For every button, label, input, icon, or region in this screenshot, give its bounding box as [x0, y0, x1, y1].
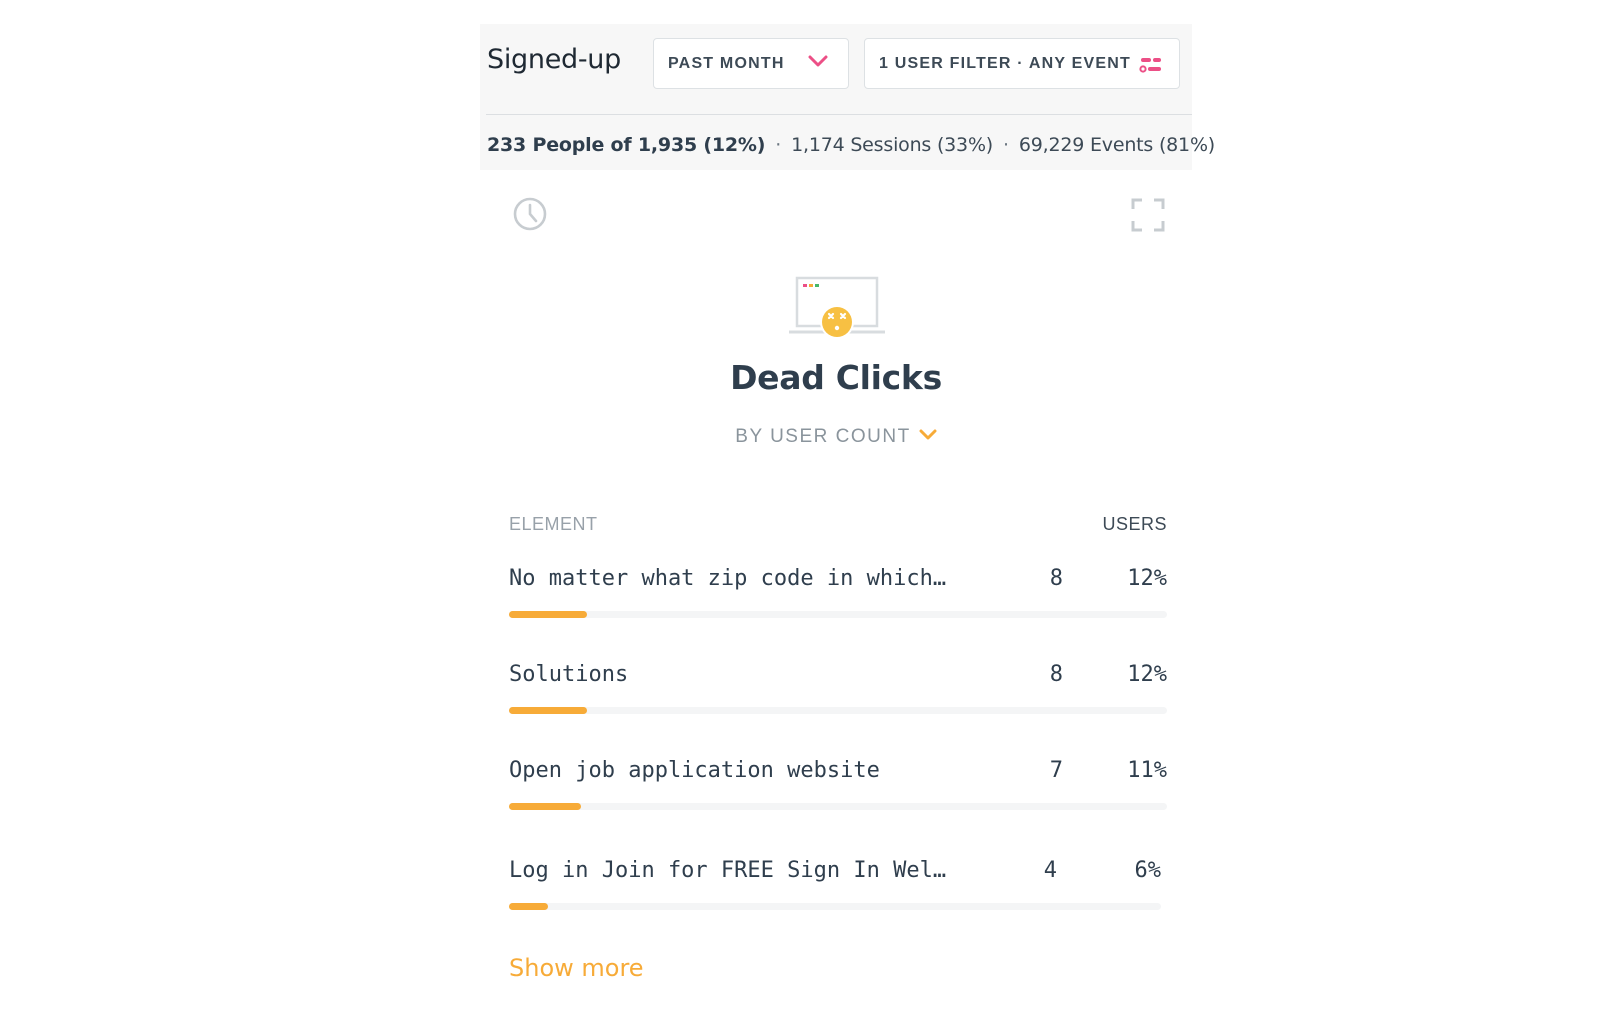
sort-by-select[interactable]: BY USER COUNT — [480, 426, 1192, 448]
dead-click-illustration — [789, 276, 885, 339]
table-row[interactable]: Log in Join for FREE Sign In Wel… 4 6% — [509, 858, 1161, 922]
header-divider — [486, 114, 1192, 115]
widget-title: Dead Clicks — [730, 358, 942, 397]
sessions-stat: 1,174 Sessions (33%) — [791, 134, 994, 156]
date-range-filter-button[interactable]: PAST MONTH — [653, 38, 849, 89]
chevron-down-icon — [919, 429, 937, 440]
people-stat: 233 People of 1,935 (12%) — [487, 134, 766, 156]
element-name: Open job application website — [509, 758, 880, 783]
user-percent: 12% — [1127, 566, 1167, 591]
sort-label: BY USER COUNT — [735, 426, 911, 447]
element-name: Solutions — [509, 662, 629, 687]
sliders-icon — [1139, 58, 1161, 73]
user-filter-button[interactable]: 1 USER FILTER · ANY EVENT — [864, 38, 1180, 89]
column-header-users: USERS — [1102, 514, 1167, 534]
progress-fill — [509, 903, 548, 910]
show-more-link[interactable]: Show more — [509, 954, 644, 982]
user-count: 8 — [1049, 566, 1063, 591]
date-range-label: PAST MONTH — [668, 54, 785, 72]
user-count: 4 — [1043, 858, 1057, 883]
progress-track — [509, 903, 1161, 910]
progress-track — [509, 611, 1167, 618]
dead-clicks-card: Signed-up PAST MONTH 1 USER FILTER · ANY… — [480, 24, 1215, 1024]
user-percent: 12% — [1127, 662, 1167, 687]
segment-stats: 233 People of 1,935 (12%) · 1,174 Sessions… — [487, 134, 1215, 156]
events-stat: 69,229 Events (81%) — [1018, 134, 1216, 156]
table-row[interactable]: Solutions 8 12% — [509, 662, 1167, 726]
element-name: No matter what zip code in which… — [509, 566, 947, 591]
column-header-element: ELEMENT — [509, 514, 598, 534]
progress-fill — [509, 611, 587, 618]
user-percent: 11% — [1127, 758, 1167, 783]
table-row[interactable]: No matter what zip code in which… 8 12% — [509, 566, 1167, 630]
user-count: 7 — [1049, 758, 1063, 783]
progress-track — [509, 803, 1167, 810]
progress-fill — [509, 707, 587, 714]
stat-separator: · — [775, 134, 782, 156]
user-percent: 6% — [1134, 858, 1162, 883]
chevron-down-icon — [808, 55, 828, 67]
clock-icon[interactable] — [512, 196, 548, 232]
progress-track — [509, 707, 1167, 714]
segment-header: Signed-up PAST MONTH 1 USER FILTER · ANY… — [480, 24, 1215, 170]
stat-separator: · — [1003, 134, 1009, 156]
user-filter-label: 1 USER FILTER · ANY EVENT — [879, 54, 1131, 72]
segment-title: Signed-up — [487, 44, 621, 75]
progress-fill — [509, 803, 581, 810]
table-row[interactable]: Open job application website 7 11% — [509, 758, 1167, 822]
expand-icon[interactable] — [1131, 198, 1165, 232]
element-name: Log in Join for FREE Sign In Wel… — [509, 858, 947, 883]
user-count: 8 — [1049, 662, 1063, 687]
